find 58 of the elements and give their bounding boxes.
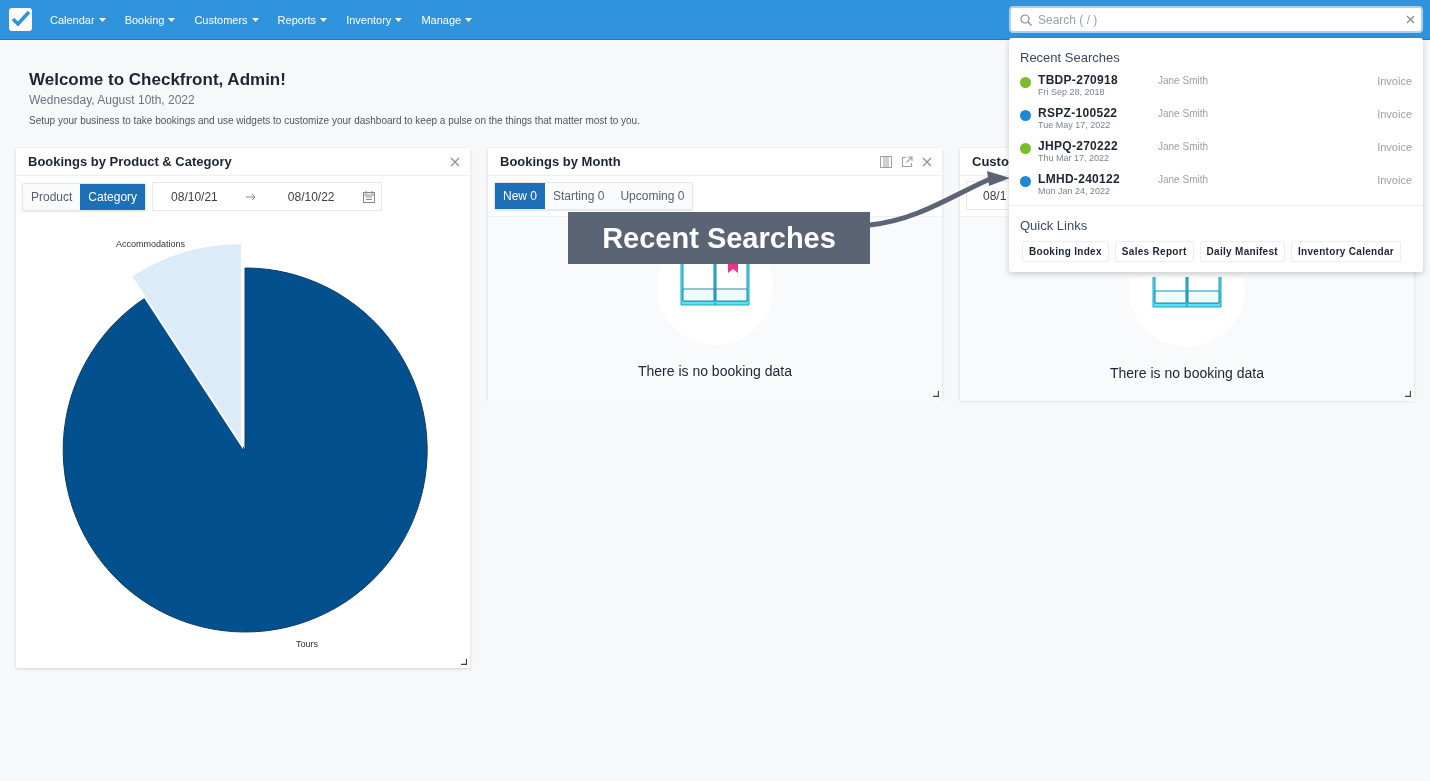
section-title: Quick Links xyxy=(1019,218,1089,233)
welcome-title: Welcome to Checkfront, Admin! xyxy=(29,70,286,90)
customer-name: Jane Smith xyxy=(1158,75,1210,86)
quick-link[interactable]: Daily Manifest xyxy=(1199,241,1285,262)
resize-handle-icon[interactable] xyxy=(933,391,939,397)
customer-name: Jane Smith xyxy=(1158,174,1210,185)
tab[interactable]: New 0 xyxy=(495,183,545,209)
search-field[interactable]: Search ( / ) xyxy=(1009,6,1423,33)
close-icon[interactable] xyxy=(450,156,460,167)
slice-label: Tours xyxy=(296,639,318,649)
widget-title: Bookings by Product & Category xyxy=(28,154,232,169)
widget-title: Custo xyxy=(972,154,1009,169)
slice-label: Accommodations xyxy=(116,239,186,249)
quick-link[interactable]: Inventory Calendar xyxy=(1291,241,1401,262)
result-type: Invoice xyxy=(1377,141,1412,153)
booking-date: Fri Sep 28, 2018 xyxy=(1038,87,1106,97)
caret-icon xyxy=(168,17,176,22)
date-range-field[interactable]: 08/10/21 08/10/22 xyxy=(152,182,382,211)
section-title: Recent Searches xyxy=(1019,50,1121,65)
booking-code[interactable]: JHPQ-270222 xyxy=(1038,139,1158,153)
columns-icon[interactable] xyxy=(880,155,892,168)
caret-icon xyxy=(320,17,328,22)
customer-name: Jane Smith xyxy=(1158,141,1210,152)
booking-code[interactable]: TBDP-270918 xyxy=(1038,73,1158,87)
result-type: Invoice xyxy=(1377,108,1412,120)
booking-date: Mon Jan 24, 2022 xyxy=(1038,186,1112,196)
result-type: Invoice xyxy=(1377,75,1412,87)
customer-name: Jane Smith xyxy=(1158,108,1210,119)
external-link-icon[interactable] xyxy=(901,155,913,168)
arrow-right-icon xyxy=(245,192,256,201)
caret-icon xyxy=(465,17,473,22)
widget-title: Bookings by Month xyxy=(500,154,621,169)
result-type: Invoice xyxy=(1377,174,1412,186)
resize-handle-icon[interactable] xyxy=(461,659,467,665)
empty-message: There is no booking data xyxy=(1109,365,1265,381)
caret-icon xyxy=(395,17,403,22)
quick-link[interactable]: Booking Index xyxy=(1022,241,1109,262)
booking-date: Tue May 17, 2022 xyxy=(1038,120,1112,130)
search-icon xyxy=(1020,14,1032,26)
tab[interactable]: Starting 0 xyxy=(545,183,613,209)
calendar-icon[interactable] xyxy=(362,190,375,203)
callout-label: Recent Searches xyxy=(568,212,870,264)
booking-date: Thu Mar 17, 2022 xyxy=(1038,153,1111,163)
segment-tab[interactable]: Category xyxy=(80,183,146,210)
caret-icon xyxy=(251,17,259,22)
intro-text: Setup your business to take bookings and use widgets to customize your dashboard to keep a pulse on the things that matter most to you. xyxy=(29,115,640,126)
date-text: Wednesday, August 10th, 2022 xyxy=(29,93,195,107)
tab[interactable]: Upcoming 0 xyxy=(612,183,693,209)
segment-tab[interactable]: Product xyxy=(23,183,81,210)
quick-link[interactable]: Sales Report xyxy=(1114,241,1194,262)
booking-code[interactable]: LMHD-240122 xyxy=(1038,172,1158,186)
booking-code[interactable]: RSPZ-100522 xyxy=(1038,106,1158,120)
close-icon[interactable] xyxy=(922,156,932,167)
resize-handle-icon[interactable] xyxy=(1405,391,1411,397)
close-icon[interactable] xyxy=(1406,15,1415,24)
caret-icon xyxy=(98,17,106,22)
checkmark-logo-icon[interactable] xyxy=(9,8,32,31)
empty-message: There is no booking data xyxy=(637,363,793,379)
